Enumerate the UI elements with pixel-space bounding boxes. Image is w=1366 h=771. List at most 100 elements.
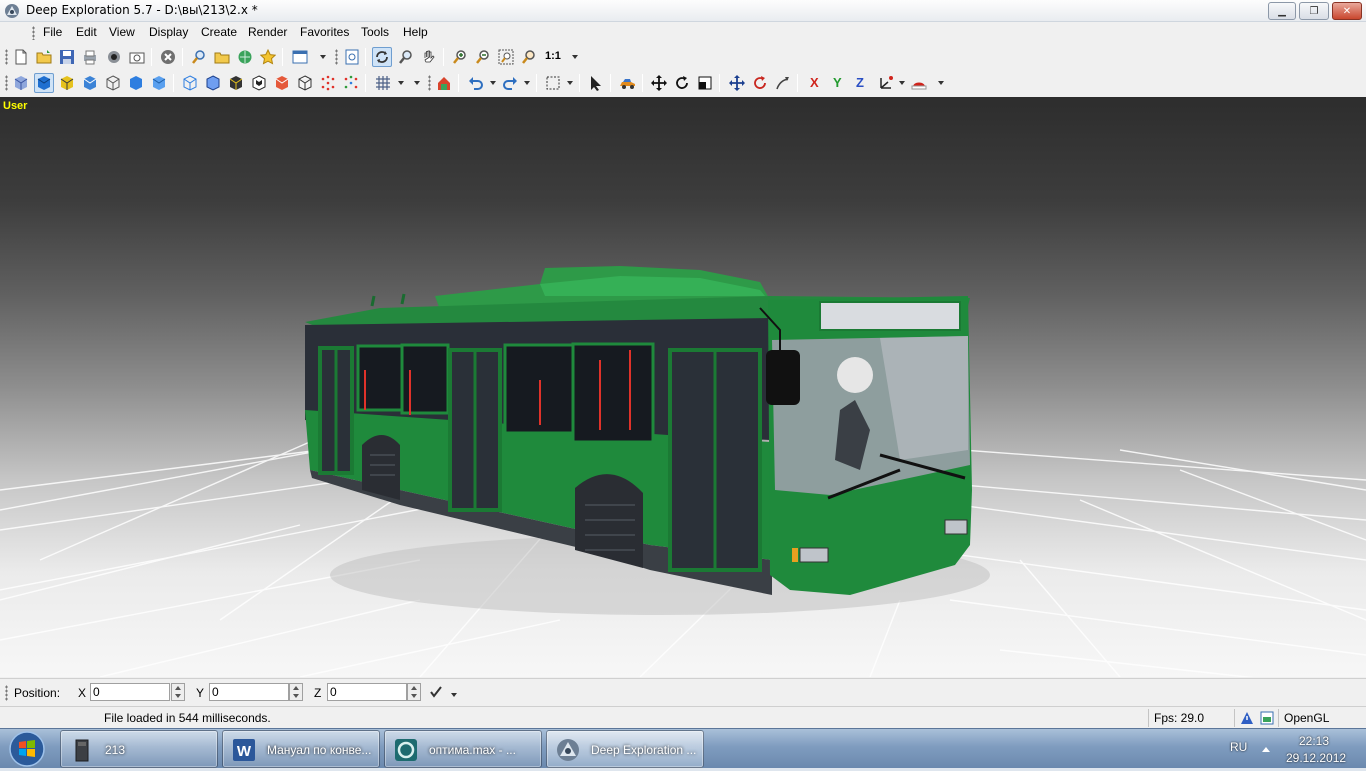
- pan-hand-icon[interactable]: [419, 47, 439, 67]
- print-icon[interactable]: [80, 47, 100, 67]
- menu-grip[interactable]: [32, 26, 35, 40]
- zoom-extents-icon[interactable]: [496, 47, 516, 67]
- title-bar[interactable]: Deep Exploration 5.7 - D:\вы\213\2.x * ▁…: [0, 0, 1366, 22]
- clock-time[interactable]: 22:13: [1299, 734, 1329, 748]
- axis-x-button[interactable]: X: [810, 75, 819, 90]
- toolbar-grip[interactable]: [335, 49, 338, 65]
- task-3dsmax[interactable]: оптима.max - ...: [384, 730, 542, 768]
- menu-tools[interactable]: Tools: [361, 25, 389, 39]
- car-icon[interactable]: [618, 73, 638, 93]
- menu-display[interactable]: Display: [149, 25, 188, 39]
- menu-favorites[interactable]: Favorites: [300, 25, 349, 39]
- apply-checkmark-icon[interactable]: [426, 682, 446, 702]
- axis-icon[interactable]: [876, 73, 896, 93]
- cube-shaded-icon[interactable]: [11, 73, 31, 93]
- cube-black-icon[interactable]: [226, 73, 246, 93]
- clock-date[interactable]: 29.12.2012: [1286, 751, 1346, 765]
- undo-icon[interactable]: [466, 73, 486, 93]
- scan-icon[interactable]: [104, 47, 124, 67]
- z-spinner[interactable]: [407, 683, 421, 701]
- hat-icon[interactable]: [909, 73, 929, 93]
- menu-create[interactable]: Create: [201, 25, 237, 39]
- menu-edit[interactable]: Edit: [76, 25, 97, 39]
- toolbar-grip[interactable]: [5, 75, 8, 91]
- minimize-button[interactable]: ▁: [1268, 2, 1296, 20]
- cube-hidden-line-icon[interactable]: [180, 73, 200, 93]
- task-word-document[interactable]: W Мануал по конве...: [222, 730, 380, 768]
- window-dropdown[interactable]: [320, 55, 326, 59]
- cube-wireframe-icon[interactable]: [103, 73, 123, 93]
- scale-icon[interactable]: [695, 73, 715, 93]
- task-folder[interactable]: 213: [60, 730, 218, 768]
- rotate-icon[interactable]: [672, 73, 692, 93]
- y-position-input[interactable]: 0: [209, 683, 289, 701]
- selection-dropdown[interactable]: [567, 81, 573, 85]
- zoom-ratio-button[interactable]: 1:1: [545, 50, 561, 62]
- translate-icon[interactable]: [727, 73, 747, 93]
- render-icon[interactable]: [434, 73, 454, 93]
- points-multi-icon[interactable]: [341, 73, 361, 93]
- position-overflow[interactable]: [451, 693, 457, 697]
- points-red-icon[interactable]: [318, 73, 338, 93]
- cube-red-icon[interactable]: [272, 73, 292, 93]
- axis-dropdown[interactable]: [899, 81, 905, 85]
- open-folder-icon[interactable]: [34, 47, 54, 67]
- preview-icon[interactable]: [342, 47, 362, 67]
- position-grip[interactable]: [5, 685, 8, 701]
- axis-y-button[interactable]: Y: [833, 75, 842, 90]
- save-icon[interactable]: [57, 47, 77, 67]
- grid-icon[interactable]: [373, 73, 393, 93]
- x-position-input[interactable]: 0: [90, 683, 170, 701]
- new-file-icon[interactable]: [11, 47, 31, 67]
- task-deep-exploration[interactable]: Deep Exploration ...: [546, 730, 704, 768]
- tray-expand-icon[interactable]: [1261, 745, 1271, 753]
- cube-textured-icon[interactable]: [57, 73, 77, 93]
- z-position-input[interactable]: 0: [327, 683, 407, 701]
- browse-icon[interactable]: [212, 47, 232, 67]
- redo-icon[interactable]: [500, 73, 520, 93]
- cube-flat-icon[interactable]: [80, 73, 100, 93]
- menu-file[interactable]: File: [43, 25, 62, 39]
- 3d-viewport[interactable]: User: [0, 97, 1366, 677]
- y-spinner[interactable]: [289, 683, 303, 701]
- redo-dropdown[interactable]: [524, 81, 530, 85]
- cube-checker-icon[interactable]: [249, 73, 269, 93]
- axis-z-button[interactable]: Z: [856, 75, 864, 90]
- toolbar-overflow[interactable]: [414, 81, 420, 85]
- find-icon[interactable]: [189, 47, 209, 67]
- zoom-in-icon[interactable]: [450, 47, 470, 67]
- zoom-window-icon[interactable]: [519, 47, 539, 67]
- cube-outline-icon[interactable]: [295, 73, 315, 93]
- language-indicator[interactable]: RU: [1230, 740, 1247, 754]
- favorites-star-icon[interactable]: [258, 47, 278, 67]
- toolbar-grip[interactable]: [428, 75, 431, 91]
- maximize-button[interactable]: ❐: [1299, 2, 1329, 20]
- x-spinner[interactable]: [171, 683, 185, 701]
- menu-render[interactable]: Render: [248, 25, 287, 39]
- cube-edges-icon[interactable]: [203, 73, 223, 93]
- refresh-web-icon[interactable]: [235, 47, 255, 67]
- pointer-icon[interactable]: [586, 73, 606, 93]
- toolbar-grip[interactable]: [5, 49, 8, 65]
- start-button[interactable]: [4, 730, 50, 768]
- close-button[interactable]: ✕: [1332, 2, 1362, 20]
- move-icon[interactable]: [649, 73, 669, 93]
- rotate-red-icon[interactable]: [750, 73, 770, 93]
- cube-solid-icon[interactable]: [34, 73, 54, 93]
- cube-blue-icon[interactable]: [126, 73, 146, 93]
- window-icon[interactable]: [290, 47, 310, 67]
- orbit-icon[interactable]: [372, 47, 392, 67]
- menu-view[interactable]: View: [109, 25, 135, 39]
- arrow-curve-icon[interactable]: [773, 73, 793, 93]
- zoom-icon[interactable]: [396, 47, 416, 67]
- zoom-dropdown[interactable]: [572, 55, 578, 59]
- cube-smooth-icon[interactable]: [149, 73, 169, 93]
- menu-help[interactable]: Help: [403, 25, 428, 39]
- camera-icon[interactable]: [127, 47, 147, 67]
- undo-dropdown[interactable]: [490, 81, 496, 85]
- stop-icon[interactable]: [158, 47, 178, 67]
- toolbar-overflow[interactable]: [938, 81, 944, 85]
- selection-icon[interactable]: [543, 73, 563, 93]
- zoom-out-icon[interactable]: [473, 47, 493, 67]
- grid-dropdown[interactable]: [398, 81, 404, 85]
